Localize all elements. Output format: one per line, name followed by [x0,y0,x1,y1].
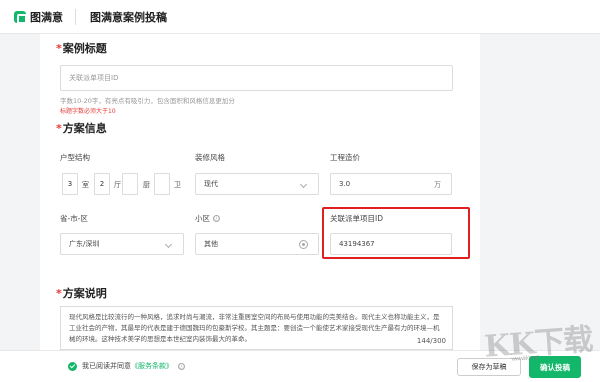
highlight-box [322,207,470,259]
community-label: 小区 ⓘ [195,213,220,224]
section-label: 案例标题 [62,42,107,55]
cost-unit: 万 [434,181,441,189]
section-plan-desc: *方案说明 [56,285,107,301]
page-title: 图满意案例投稿 [90,10,167,24]
cost-value: 3.0 [339,180,351,188]
region-select[interactable]: 广东/深圳 [60,233,184,255]
watermark-url: www.kkx.net [511,354,539,363]
plan-desc-textarea[interactable]: 现代风格是比较流行的一种风格，追求时尚与潮流，非常注重居室空间的布局与使用功能的… [60,306,453,350]
info-icon[interactable]: ⓘ [178,362,185,370]
case-title-hint: 字数10-20字，有亮点有吸引力，包含面积和风格信息更加分 [60,97,235,105]
style-select[interactable]: 现代 [195,173,319,195]
case-title-placeholder: 关联派单项目ID [69,74,119,82]
case-title-input[interactable]: 关联派单项目ID [60,65,453,91]
required-mark: * [56,287,62,300]
cost-input[interactable]: 3.0 万 [330,173,452,195]
logo-icon [14,10,27,24]
layout-label: 户型结构 [60,153,90,162]
rooms-unit: 室 [82,181,89,189]
community-value: 其他 [204,240,218,248]
baths-input[interactable] [154,173,170,195]
top-bar: 图满意 图满意案例投稿 [0,0,600,34]
rooms-input[interactable]: 3 [62,173,78,195]
region-label: 省-市-区 [60,214,88,223]
required-mark: * [56,42,62,55]
section-label: 方案说明 [62,287,107,300]
agree-text: 我已阅读并同意 [82,362,131,370]
terms-link[interactable]: 《服务条款》 [131,361,173,371]
agree-terms[interactable]: 我已阅读并同意 《服务条款》 ⓘ [68,361,185,371]
logo-text: 图满意 [30,10,63,24]
info-icon[interactable]: ⓘ [213,215,220,222]
halls-unit: 厅 [114,181,121,189]
kitchens-input[interactable] [122,173,138,195]
community-label-text: 小区 [195,214,210,223]
style-value: 现代 [204,180,218,188]
chevron-down-icon [164,240,173,249]
baths-unit: 卫 [174,181,181,189]
logo[interactable]: 图满意 [14,9,63,25]
style-label: 装修风格 [195,153,225,162]
watermark: KK下载 www.kkx.net [483,314,594,365]
target-icon [299,240,308,249]
section-label: 方案信息 [62,122,107,135]
char-counter: 144/300 [412,336,446,347]
chevron-down-icon [299,180,308,189]
header-divider [75,8,76,25]
cost-label: 工程造价 [330,153,360,162]
region-value: 广东/深圳 [69,240,100,248]
case-title-error: 标题字数必须大于10 [60,108,116,115]
required-mark: * [56,122,62,135]
community-select[interactable]: 其他 [195,233,319,255]
section-case-title: *案例标题 [56,40,107,56]
check-circle-icon[interactable] [68,361,77,371]
halls-input[interactable]: 2 [94,173,110,195]
kitchens-unit: 厨 [143,181,150,189]
section-plan-info: *方案信息 [56,120,107,136]
plan-desc-text: 现代风格是比较流行的一种风格，追求时尚与潮流，非常注重居室空间的布局与使用功能的… [69,313,440,343]
